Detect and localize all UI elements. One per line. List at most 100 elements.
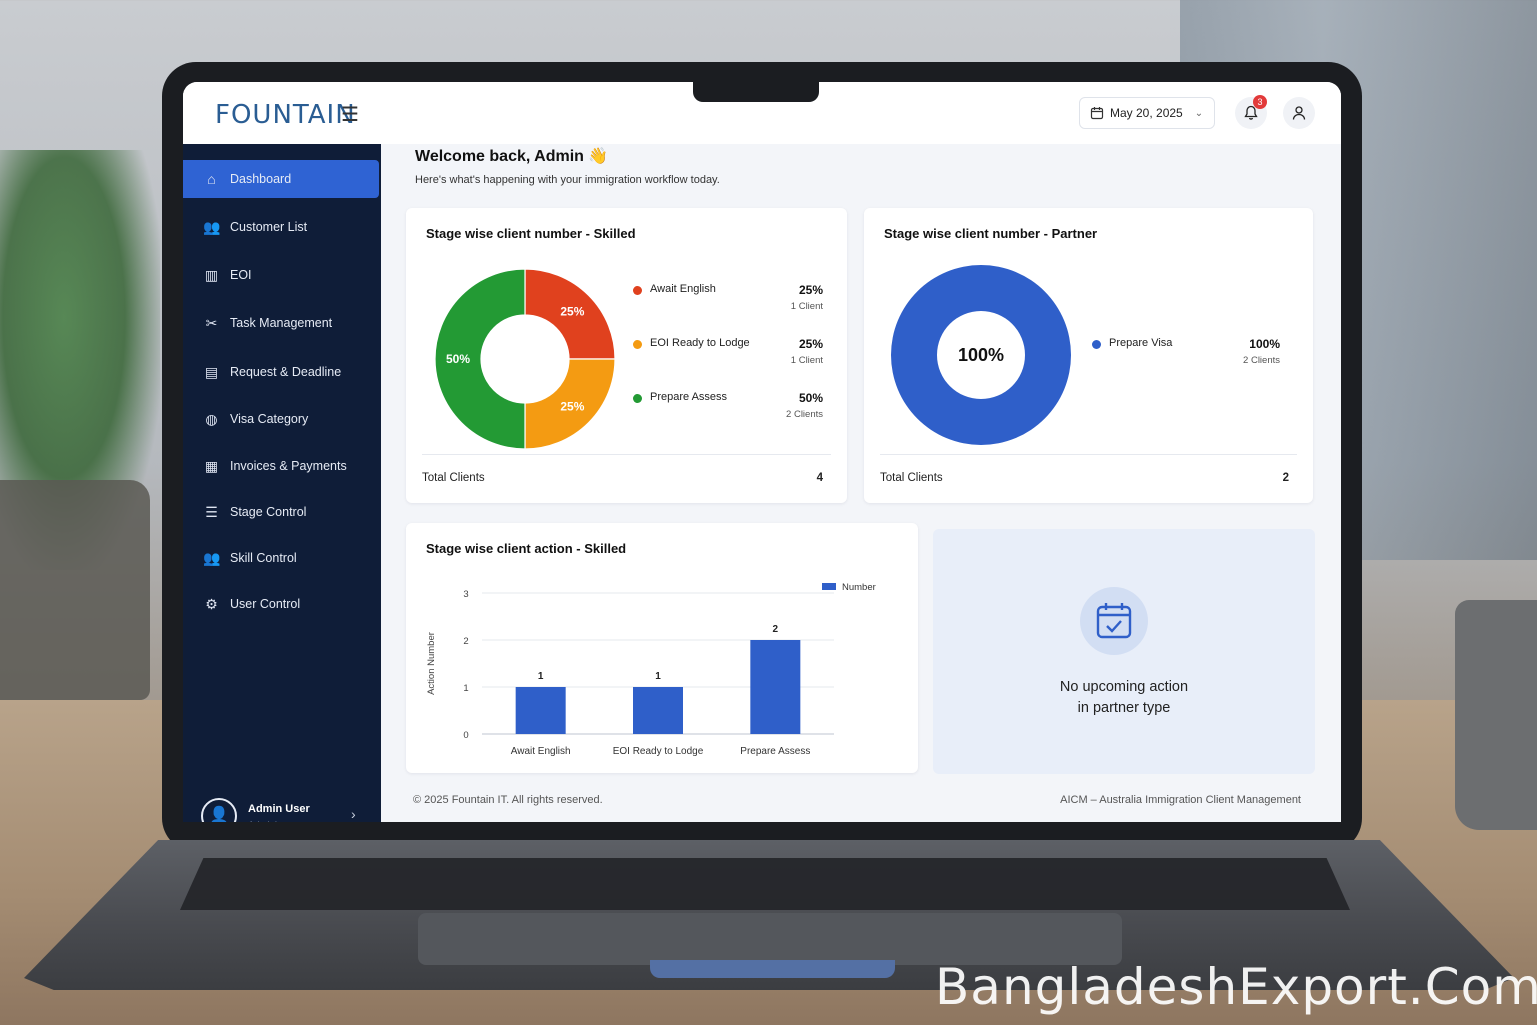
home-icon: ⌂ bbox=[207, 171, 216, 187]
bar-value-label: 1 bbox=[538, 671, 544, 682]
plant-pot bbox=[0, 480, 150, 700]
chevron-down-icon: ⌄ bbox=[1194, 107, 1204, 119]
legend-item: Prepare Visa 100% 2 Clients bbox=[1092, 336, 1280, 376]
sidebar-item-stage-control[interactable]: ☰ Stage Control bbox=[183, 493, 379, 531]
user-cog-icon: ⚙ bbox=[205, 595, 218, 612]
sidebar-item-request-deadline[interactable]: ▤ Request & Deadline bbox=[183, 353, 379, 391]
skilled-action-card: Stage wise client action - Skilled 0 1 2 3 A… bbox=[406, 523, 918, 773]
legend-percent: 50% bbox=[798, 391, 823, 405]
y-tick-label: 3 bbox=[463, 589, 468, 600]
bar-value-label: 2 bbox=[773, 624, 779, 635]
empty-state-icon-bg bbox=[1080, 587, 1148, 655]
chevron-right-icon: › bbox=[351, 806, 356, 822]
y-axis-label: Action Number bbox=[426, 632, 437, 695]
empty-state-line-1: No upcoming action bbox=[1059, 679, 1189, 695]
legend-dot bbox=[633, 286, 642, 295]
y-tick-label: 1 bbox=[463, 683, 468, 694]
partner-total-value: 2 bbox=[1282, 472, 1289, 484]
sidebar-item-label: User Control bbox=[230, 597, 301, 611]
partner-total-label: Total Clients bbox=[880, 472, 943, 484]
legend-dot bbox=[1092, 340, 1101, 349]
action-card-title: Stage wise client action - Skilled bbox=[426, 541, 627, 556]
skilled-stage-card: Stage wise client number - Skilled 25% 25… bbox=[406, 208, 847, 503]
sidebar-item-customer-list[interactable]: 👥 Customer List bbox=[183, 208, 379, 246]
sidebar-item-label: Task Management bbox=[230, 316, 333, 330]
menu-toggle-icon[interactable]: ☰ bbox=[341, 102, 359, 127]
sidebar-item-label: Stage Control bbox=[230, 505, 307, 519]
skilled-donut-chart: 25% 25% 50% bbox=[434, 268, 616, 450]
empty-state-message: No upcoming action in partner type bbox=[933, 677, 1315, 719]
coffee-mug bbox=[1455, 600, 1537, 830]
pie-slice-label: 25% bbox=[560, 399, 584, 413]
legend-count: 2 Clients bbox=[786, 409, 823, 420]
skilled-card-title: Stage wise client number - Skilled bbox=[426, 226, 636, 241]
legend-swatch bbox=[822, 583, 836, 590]
sidebar-item-label: Skill Control bbox=[230, 551, 297, 565]
bar[interactable] bbox=[750, 640, 801, 734]
pie-slice-label: 25% bbox=[560, 305, 584, 319]
partner-action-empty-card: No upcoming action in partner type bbox=[933, 529, 1315, 774]
sidebar-item-user-control[interactable]: ⚙ User Control bbox=[183, 585, 379, 623]
user-icon bbox=[1292, 106, 1306, 120]
tools-icon: ✂ bbox=[205, 314, 218, 331]
legend-label: Await English bbox=[650, 283, 716, 295]
x-tick-label: EOI Ready to Lodge bbox=[613, 746, 704, 757]
notification-badge: 3 bbox=[1253, 95, 1267, 109]
profile-role: Administrator bbox=[248, 820, 304, 822]
bar[interactable] bbox=[633, 687, 683, 734]
empty-state-line-2: in partner type bbox=[1077, 700, 1171, 716]
invoice-icon: ▦ bbox=[204, 457, 219, 474]
app-screen: FOUNTAIN ☰ May 20, 2025 ⌄ 3 👤 Admin User… bbox=[183, 82, 1341, 822]
date-picker-button[interactable]: May 20, 2025 ⌄ bbox=[1079, 97, 1215, 129]
camera-notch bbox=[693, 82, 819, 102]
partner-card-title: Stage wise client number - Partner bbox=[884, 226, 1098, 241]
legend-item: EOI Ready to Lodge 25% 1 Client bbox=[633, 336, 823, 376]
divider bbox=[422, 454, 831, 455]
sidebar-item-invoices-payments[interactable]: ▦ Invoices & Payments bbox=[183, 447, 379, 485]
legend-percent: 25% bbox=[798, 337, 823, 351]
legend-count: 1 Client bbox=[790, 355, 823, 366]
sidebar-item-dashboard[interactable]: ⌂ Dashboard bbox=[183, 160, 379, 198]
columns-icon: ▥ bbox=[204, 266, 219, 283]
profile-name: Admin User bbox=[248, 803, 310, 815]
y-tick-label: 2 bbox=[463, 636, 468, 647]
pie-slice-label: 50% bbox=[446, 352, 470, 366]
sidebar-item-label: EOI bbox=[230, 268, 252, 282]
legend-item: Prepare Assess 50% 2 Clients bbox=[633, 390, 823, 430]
date-label: May 20, 2025 bbox=[1110, 106, 1183, 120]
bar-value-label: 1 bbox=[655, 671, 661, 682]
sidebar-item-visa-category[interactable]: ◍ Visa Category bbox=[183, 400, 379, 438]
clipboard-icon: ▤ bbox=[204, 363, 219, 380]
user-menu-button[interactable] bbox=[1283, 97, 1315, 129]
avatar-icon: 👤 bbox=[201, 798, 237, 822]
profile-card[interactable]: 👤 Admin User Administrator › bbox=[201, 798, 371, 822]
legend-count: 2 Clients bbox=[1243, 355, 1280, 366]
sidebar-item-task-management[interactable]: ✂ Task Management bbox=[183, 304, 379, 342]
sidebar-item-eoi[interactable]: ▥ EOI bbox=[183, 256, 379, 294]
laptop-keyboard bbox=[180, 858, 1350, 910]
partner-donut-chart: 100% bbox=[891, 265, 1071, 445]
calendar-check-icon bbox=[1096, 603, 1132, 639]
sidebar-item-label: Visa Category bbox=[230, 412, 309, 426]
list-icon: ☰ bbox=[205, 503, 218, 520]
skilled-total-value: 4 bbox=[816, 472, 823, 484]
page-subtitle: Here's what's happening with your immigr… bbox=[415, 174, 720, 186]
sidebar-item-label: Dashboard bbox=[230, 172, 292, 186]
users-icon: 👥 bbox=[203, 549, 221, 566]
sidebar-item-skill-control[interactable]: 👥 Skill Control bbox=[183, 539, 379, 577]
donut-center-label: 100% bbox=[958, 345, 1004, 365]
legend-dot bbox=[633, 394, 642, 403]
legend-label: Number bbox=[842, 582, 876, 593]
users-icon: 👥 bbox=[203, 218, 221, 235]
sidebar: 👤 Admin User Administrator › ⌂ Dashboard 👥… bbox=[183, 144, 381, 822]
legend-percent: 100% bbox=[1249, 337, 1280, 351]
bar[interactable] bbox=[515, 687, 566, 734]
sidebar-item-label: Invoices & Payments bbox=[230, 459, 347, 473]
legend-count: 1 Client bbox=[790, 301, 823, 312]
footer-copyright: © 2025 Fountain IT. All rights reserved. bbox=[413, 794, 603, 806]
partner-legend: Prepare Visa 100% 2 Clients bbox=[1092, 336, 1280, 396]
legend-label: Prepare Visa bbox=[1109, 337, 1173, 349]
app-logo[interactable]: FOUNTAIN bbox=[215, 100, 356, 130]
sidebar-item-label: Customer List bbox=[230, 220, 308, 234]
skilled-total-label: Total Clients bbox=[422, 472, 485, 484]
